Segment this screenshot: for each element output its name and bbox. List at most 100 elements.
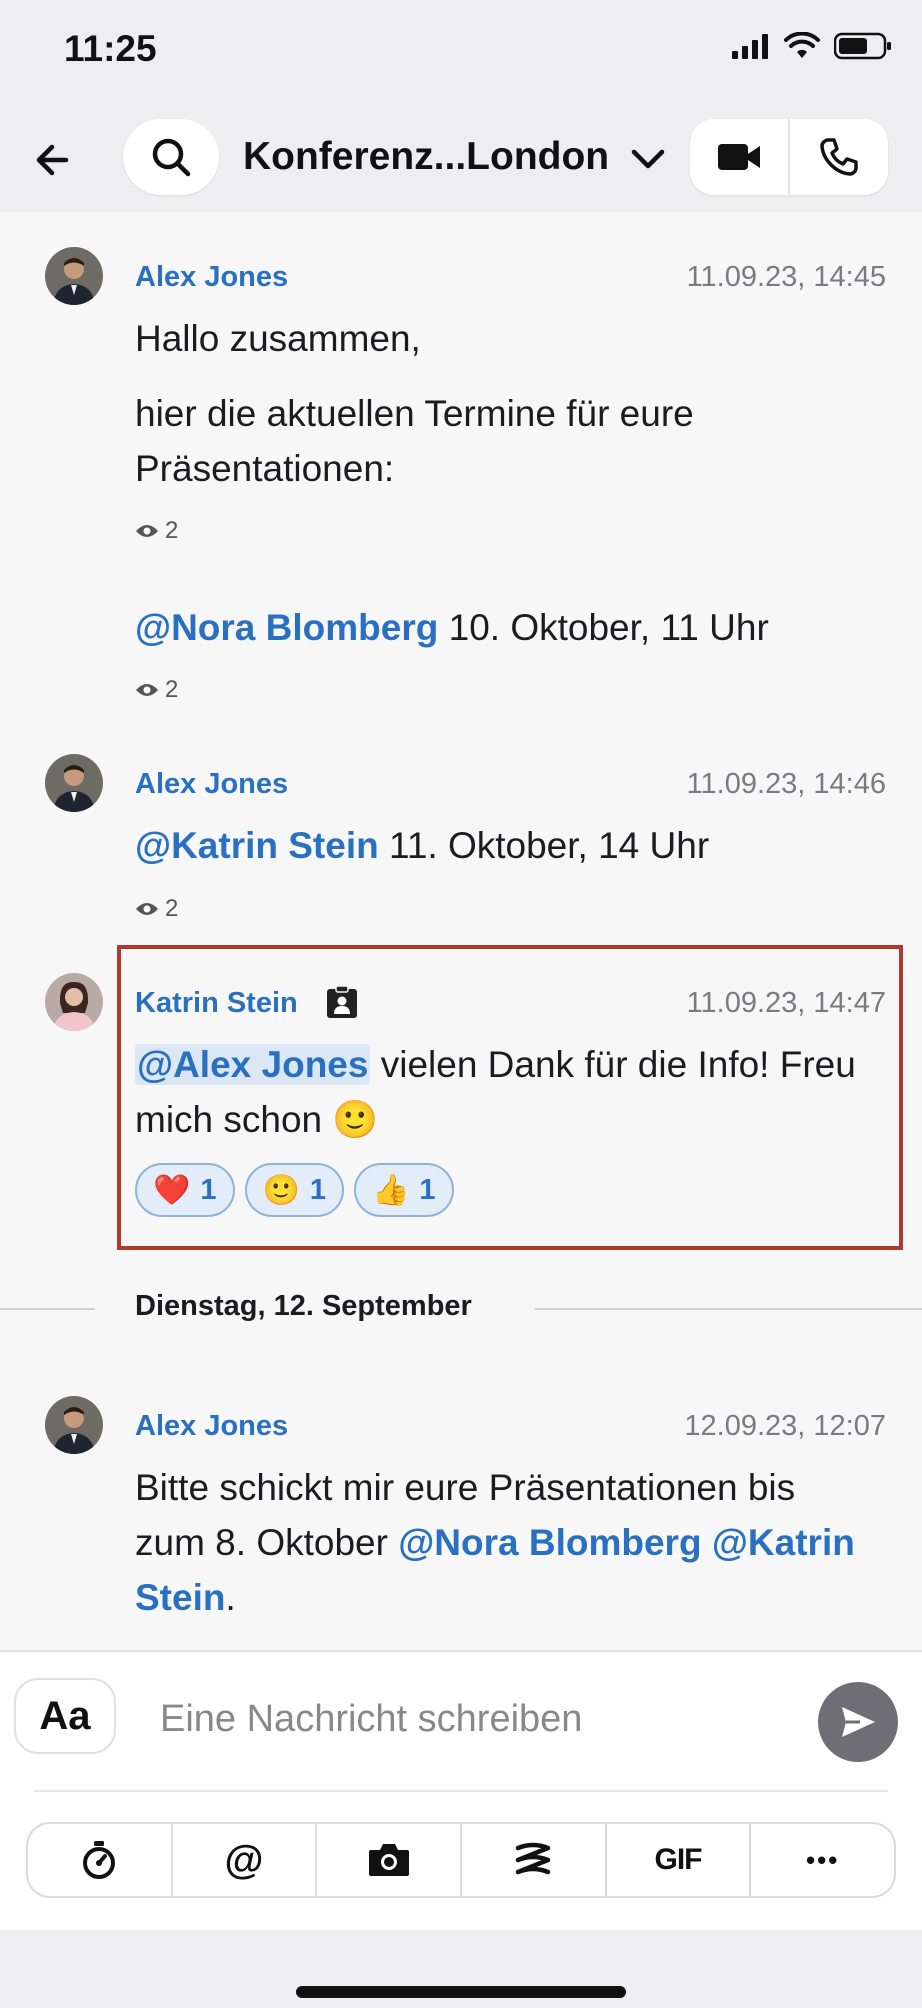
stopwatch-icon <box>83 1841 116 1879</box>
mention-link[interactable]: Stein <box>135 1577 225 1618</box>
squiggle-icon <box>516 1842 551 1875</box>
read-count: 2 <box>165 676 179 703</box>
reaction-count: 1 <box>200 1173 217 1206</box>
message-composer: Aa @ GIF ••• <box>0 1650 922 1932</box>
message-timestamp: 12.09.23, 12:07 <box>684 1410 886 1442</box>
home-area <box>0 1930 922 2008</box>
avatar[interactable] <box>45 973 103 1031</box>
read-count: 2 <box>165 895 179 922</box>
message-text: Präsentationen: <box>135 448 395 489</box>
message-text: Stein. <box>135 1570 236 1625</box>
message-timestamp: 11.09.23, 14:45 <box>686 261 886 293</box>
message-input[interactable] <box>158 1690 802 1748</box>
mention-button[interactable]: @ <box>173 1824 318 1896</box>
message-text: Hallo zusammen, <box>135 318 421 359</box>
battery-icon <box>834 32 891 60</box>
message-text: @Katrin Stein 11. Oktober, 14 Uhr <box>135 818 709 873</box>
divider <box>535 1308 922 1310</box>
avatar[interactable] <box>45 1396 103 1454</box>
message-author[interactable]: Katrin Stein <box>135 987 298 1020</box>
video-call-button[interactable] <box>690 119 790 195</box>
message-author[interactable]: Alex Jones <box>135 261 288 294</box>
user-avatar-icon <box>45 973 103 1031</box>
more-button[interactable]: ••• <box>751 1824 894 1896</box>
phone-icon <box>820 138 858 176</box>
eye-icon <box>136 903 158 915</box>
avatar[interactable] <box>45 754 103 812</box>
read-receipt: 2 <box>135 676 178 704</box>
reaction-heart[interactable]: ❤️ 1 <box>135 1163 235 1217</box>
voice-call-button[interactable] <box>790 119 888 195</box>
divider <box>34 1790 888 1792</box>
conversation-title[interactable]: Konferenz...London <box>243 135 609 179</box>
status-bar: 11:25 <box>0 0 922 105</box>
message-text-part: vielen Dank für die Info! Freu <box>370 1044 856 1085</box>
message-text-part: 11. Oktober, 14 Uhr <box>378 825 710 866</box>
send-icon <box>842 1707 875 1737</box>
search-button[interactable] <box>123 119 219 195</box>
user-avatar-icon <box>45 1396 103 1454</box>
smile-icon: 🙂 <box>262 1173 300 1207</box>
date-label: Dienstag, 12. September <box>135 1290 472 1322</box>
user-avatar-icon <box>45 247 103 305</box>
mention-link[interactable]: @Katrin Stein <box>135 825 379 866</box>
eye-icon <box>136 684 158 696</box>
gif-label: GIF <box>654 1843 703 1876</box>
message-author[interactable]: Alex Jones <box>135 768 288 801</box>
back-button[interactable] <box>30 135 80 185</box>
timer-button[interactable] <box>28 1824 173 1896</box>
conversation-header: Konferenz...London <box>0 105 922 212</box>
status-icons <box>732 32 892 60</box>
video-camera-icon <box>718 144 760 170</box>
text-format-button[interactable]: Aa <box>14 1678 116 1754</box>
avatar[interactable] <box>45 247 103 305</box>
message-text: zum 8. Oktober @Nora Blomberg @Katrin <box>135 1515 855 1570</box>
date-separator: Dienstag, 12. September <box>0 1290 922 1326</box>
message-text-part: 10. Oktober, 11 Uhr <box>438 607 769 648</box>
message-text-part: zum 8. Oktober <box>135 1522 399 1563</box>
sticker-button[interactable] <box>462 1824 607 1896</box>
mention-link[interactable]: @Nora Blomberg <box>398 1522 701 1563</box>
message-text: mich schon 🙂 <box>135 1099 379 1140</box>
reaction-count: 1 <box>419 1173 436 1206</box>
read-receipt: 2 <box>135 895 178 923</box>
reaction-count: 1 <box>309 1173 326 1206</box>
user-avatar-icon <box>45 754 103 812</box>
message-author[interactable]: Alex Jones <box>135 1410 288 1443</box>
divider <box>0 1308 95 1310</box>
at-icon: @ <box>224 1837 264 1882</box>
call-buttons <box>690 119 888 195</box>
read-count: 2 <box>165 517 179 544</box>
eye-icon <box>136 525 158 537</box>
chevron-down-icon[interactable] <box>630 147 666 171</box>
message-text: @Alex Jones vielen Dank für die Info! Fr… <box>135 1037 856 1092</box>
composer-toolbar: @ GIF ••• <box>26 1822 896 1898</box>
home-indicator[interactable] <box>296 1986 626 1998</box>
reaction-smile[interactable]: 🙂 1 <box>244 1163 344 1217</box>
message-text-part: . <box>225 1577 236 1618</box>
thumbs-up-icon: 👍 <box>372 1173 410 1207</box>
message-timestamp: 11.09.23, 14:46 <box>686 768 886 800</box>
wifi-icon <box>784 32 820 58</box>
signal-icon <box>732 34 768 59</box>
send-button[interactable] <box>818 1682 898 1762</box>
camera-button[interactable] <box>317 1824 463 1896</box>
message-text: hier die aktuellen Termine für eure <box>135 393 694 434</box>
camera-icon <box>368 1844 409 1876</box>
mention-link[interactable]: @Katrin <box>712 1522 855 1563</box>
id-badge-icon <box>327 985 357 1018</box>
message-text: @Nora Blomberg 10. Oktober, 11 Uhr <box>135 600 769 655</box>
reaction-thumbs-up[interactable]: 👍 1 <box>354 1163 454 1217</box>
heart-icon: ❤️ <box>153 1173 191 1207</box>
message-timestamp: 11.09.23, 14:47 <box>686 987 886 1019</box>
search-icon <box>152 138 191 177</box>
message-text: Bitte schickt mir eure Präsentationen bi… <box>135 1467 796 1508</box>
status-time: 11:25 <box>64 28 157 69</box>
mention-link[interactable]: @Nora Blomberg <box>135 607 438 648</box>
more-icon: ••• <box>806 1844 840 1875</box>
gif-button[interactable]: GIF <box>607 1824 752 1896</box>
mention-link[interactable]: @Alex Jones <box>135 1044 371 1085</box>
read-receipt: 2 <box>135 517 178 545</box>
back-arrow-icon <box>36 144 69 176</box>
reaction-bar: ❤️ 1 🙂 1 👍 1 <box>135 1163 454 1217</box>
